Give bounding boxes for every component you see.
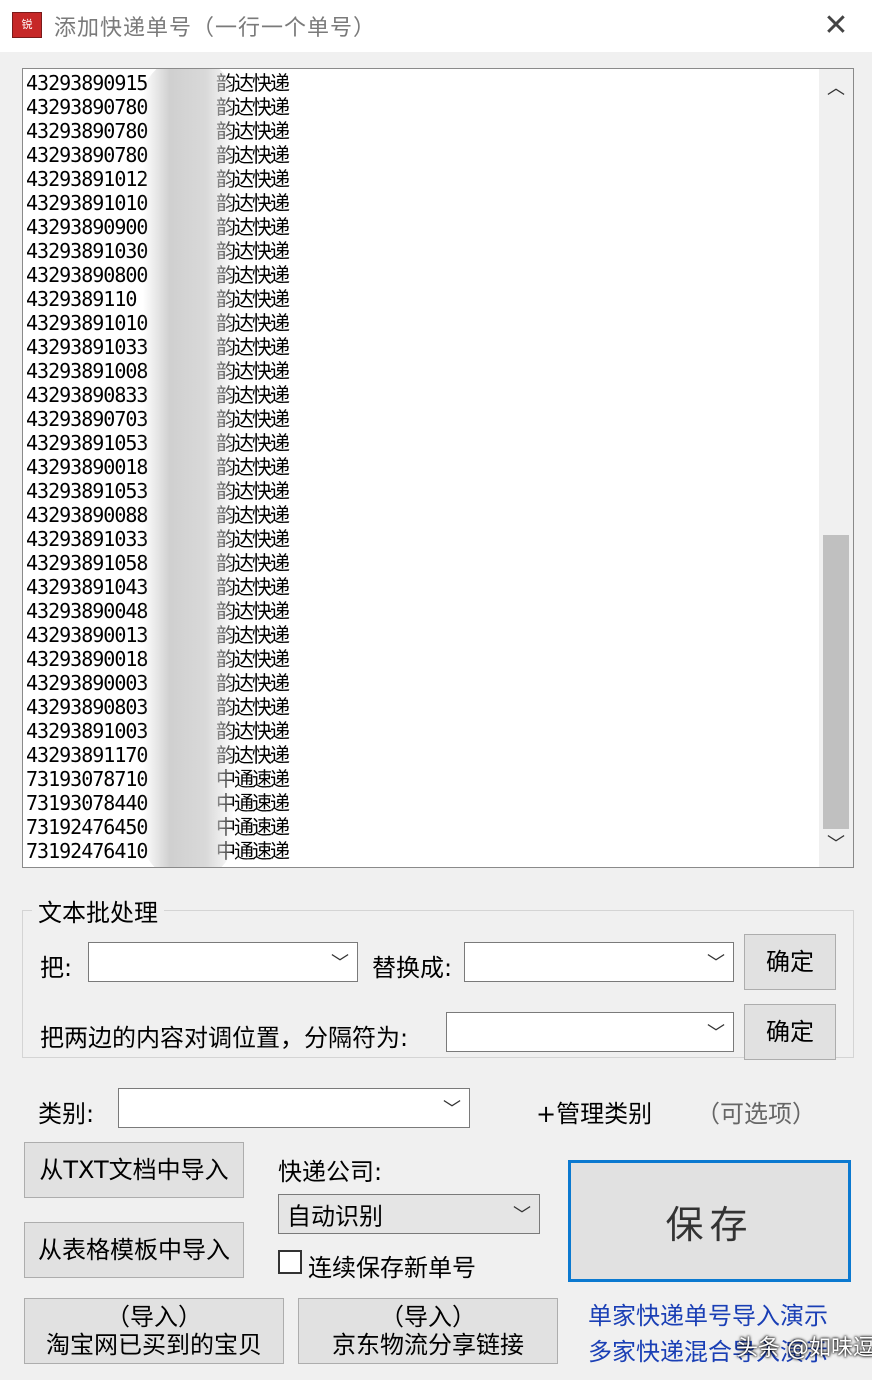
confirm-swap-button[interactable]: 确定 — [744, 1004, 836, 1060]
scrollbar-thumb[interactable] — [823, 535, 849, 829]
courier-selected: 自动识别 — [287, 1202, 383, 1231]
privacy-blur-mask — [143, 69, 233, 867]
replace-to-label: 替换成: — [372, 954, 453, 982]
separator-combo[interactable]: ﹀ — [446, 1012, 734, 1052]
chevron-down-icon: ﹀ — [513, 1205, 531, 1226]
scroll-down-icon[interactable]: ﹀ — [819, 827, 853, 863]
courier-select[interactable]: 自动识别 ﹀ — [278, 1194, 540, 1234]
chevron-down-icon: ﹀ — [707, 1023, 725, 1044]
chevron-down-icon: ﹀ — [443, 1099, 461, 1120]
watermark: 头条 @如味逗 — [736, 1336, 872, 1361]
continuous-save-checkbox[interactable] — [278, 1250, 302, 1274]
category-combo[interactable]: ﹀ — [118, 1088, 470, 1128]
import-jd-button[interactable]: （导入） 京东物流分享链接 — [298, 1298, 558, 1364]
title-bar: 锐 添加快递单号（一行一个单号） ✕ — [0, 0, 872, 52]
window-title: 添加快递单号（一行一个单号） — [54, 16, 377, 41]
chevron-down-icon: ﹀ — [707, 953, 725, 974]
import-jd-line1: （导入） — [380, 1303, 476, 1331]
category-label: 类别: — [38, 1100, 95, 1128]
batch-processing-label: 文本批处理 — [32, 893, 164, 928]
import-taobao-button[interactable]: （导入） 淘宝网已买到的宝贝 — [24, 1298, 284, 1364]
continuous-save-label[interactable]: 连续保存新单号 — [308, 1248, 476, 1283]
manage-category-link[interactable]: +管理类别 — [536, 1094, 652, 1129]
replace-to-combo[interactable]: ﹀ — [464, 942, 734, 982]
import-txt-button[interactable]: 从TXT文档中导入 — [24, 1142, 244, 1198]
import-jd-line2: 京东物流分享链接 — [332, 1331, 524, 1359]
replace-from-label: 把: — [40, 954, 73, 982]
import-taobao-line2: 淘宝网已买到的宝贝 — [46, 1331, 262, 1359]
import-template-button[interactable]: 从表格模板中导入 — [24, 1222, 244, 1278]
app-logo-icon: 锐 — [12, 12, 42, 38]
vertical-scrollbar[interactable]: ︿ ﹀ — [819, 69, 853, 867]
single-import-demo-link[interactable]: 单家快递单号导入演示 — [588, 1296, 828, 1331]
import-taobao-line1: （导入） — [106, 1303, 202, 1331]
replace-from-combo[interactable]: ﹀ — [88, 942, 358, 982]
confirm-replace-button[interactable]: 确定 — [744, 934, 836, 990]
courier-label: 快递公司: — [278, 1158, 383, 1186]
swap-label: 把两边的内容对调位置，分隔符为: — [40, 1024, 409, 1052]
close-icon[interactable]: ✕ — [814, 6, 858, 46]
optional-hint: （可选项） — [696, 1100, 816, 1128]
tracking-number-textarea[interactable]: 43293890915 韵达快递 43293890780 韵达快递 4329389078… — [22, 68, 854, 868]
save-button[interactable]: 保存 — [568, 1160, 851, 1282]
scroll-up-icon[interactable]: ︿ — [819, 71, 853, 107]
chevron-down-icon: ﹀ — [331, 953, 349, 974]
